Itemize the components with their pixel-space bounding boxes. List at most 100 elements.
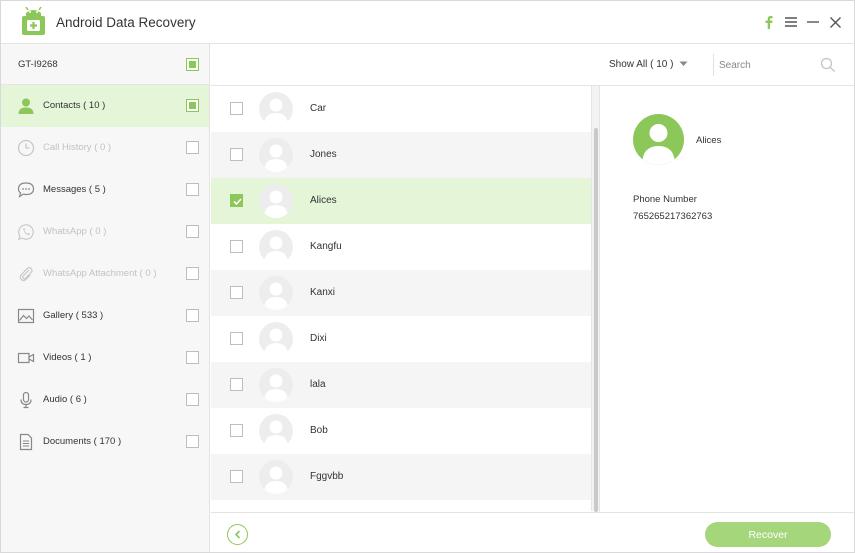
sidebar-item-label: WhatsApp ( 0 )	[43, 226, 107, 237]
call-history-checkbox[interactable]	[186, 141, 199, 154]
contact-checkbox[interactable]	[230, 332, 243, 345]
sidebar-item-messages[interactable]: Messages ( 5 )	[1, 169, 209, 211]
device-name: GT-I9268	[18, 59, 58, 70]
messages-checkbox[interactable]	[186, 183, 199, 196]
sidebar-item-label: Contacts ( 10 )	[43, 100, 106, 111]
gallery-checkbox[interactable]	[186, 309, 199, 322]
contact-name: Fggvbb	[310, 471, 344, 482]
contact-detail-panel: Alices Phone Number 765265217362763	[599, 86, 854, 512]
detail-name: Alices	[696, 135, 722, 146]
contact-row[interactable]: Car	[211, 86, 591, 132]
gallery-icon	[16, 306, 36, 326]
contact-name: lala	[310, 379, 326, 390]
contact-row[interactable]: Jones	[211, 132, 591, 178]
contact-avatar	[259, 276, 293, 310]
contact-row[interactable]: Kanxi	[211, 270, 591, 316]
window-controls	[762, 11, 842, 33]
toolbar: Show All ( 10 )	[211, 44, 854, 86]
contact-checkbox[interactable]	[230, 286, 243, 299]
call-history-icon	[16, 138, 36, 158]
contact-checkbox[interactable]	[230, 378, 243, 391]
documents-checkbox[interactable]	[186, 435, 199, 448]
sidebar: GT-I9268 Contacts ( 10 ) Call History ( …	[1, 44, 210, 552]
show-all-label: Show All ( 10 )	[609, 59, 674, 70]
audio-checkbox[interactable]	[186, 393, 199, 406]
contact-checkbox[interactable]	[230, 102, 243, 115]
sidebar-item-whatsapp-attachment[interactable]: WhatsApp Attachment ( 0 )	[1, 253, 209, 295]
sidebar-item-call-history[interactable]: Call History ( 0 )	[1, 127, 209, 169]
sidebar-item-label: Call History ( 0 )	[43, 142, 112, 153]
documents-icon	[16, 432, 36, 452]
messages-icon	[16, 180, 36, 200]
videos-checkbox[interactable]	[186, 351, 199, 364]
device-row[interactable]: GT-I9268	[1, 44, 209, 85]
minimize-icon[interactable]	[806, 11, 820, 33]
sidebar-item-label: Documents ( 170 )	[43, 436, 122, 447]
contact-name: Jones	[310, 149, 337, 160]
close-icon[interactable]	[828, 11, 842, 33]
contact-avatar	[259, 414, 293, 448]
contact-avatar	[259, 92, 293, 126]
contacts-icon	[16, 96, 36, 116]
contact-checkbox[interactable]	[230, 194, 243, 207]
show-all-dropdown[interactable]: Show All ( 10 )	[609, 59, 688, 70]
contact-row[interactable]: Kangfu	[211, 224, 591, 270]
whatsapp-checkbox[interactable]	[186, 225, 199, 238]
attachment-icon	[16, 264, 36, 284]
contacts-checkbox[interactable]	[186, 99, 199, 112]
search-input[interactable]	[719, 54, 815, 76]
back-button[interactable]	[227, 524, 248, 545]
title-bar: Android Data Recovery	[1, 1, 854, 44]
contact-name: Kangfu	[310, 241, 342, 252]
contact-row[interactable]: Alices	[211, 178, 591, 224]
contact-list: Car Jones Alices Kangfu Kanxi Dixi lala …	[211, 86, 591, 501]
device-checkbox[interactable]	[186, 58, 199, 71]
sidebar-item-label: Audio ( 6 )	[43, 394, 87, 405]
contact-row[interactable]: Fggvbb	[211, 454, 591, 500]
sidebar-item-documents[interactable]: Documents ( 170 )	[1, 421, 209, 463]
contact-checkbox[interactable]	[230, 240, 243, 253]
contact-name: Kanxi	[310, 287, 336, 298]
sidebar-item-label: WhatsApp Attachment ( 0 )	[43, 268, 157, 279]
sidebar-item-videos[interactable]: Videos ( 1 )	[1, 337, 209, 379]
contact-name: Alices	[310, 195, 337, 206]
contact-avatar	[259, 368, 293, 402]
toolbar-divider	[713, 54, 714, 76]
back-arrow-icon	[234, 530, 240, 539]
contact-avatar	[259, 322, 293, 356]
contact-avatar	[259, 230, 293, 264]
contact-avatar	[259, 138, 293, 172]
contact-name: Dixi	[310, 333, 327, 344]
sidebar-item-label: Videos ( 1 )	[43, 352, 92, 363]
contact-row[interactable]: lala	[211, 362, 591, 408]
sidebar-item-contacts[interactable]: Contacts ( 10 )	[1, 85, 209, 127]
facebook-icon[interactable]	[762, 11, 776, 33]
sidebar-item-gallery[interactable]: Gallery ( 533 )	[1, 295, 209, 337]
search-icon[interactable]	[820, 57, 836, 73]
recover-button[interactable]: Recover	[705, 522, 831, 547]
contact-avatar	[259, 184, 293, 218]
list-scrollbar[interactable]	[591, 86, 599, 512]
sidebar-item-whatsapp[interactable]: WhatsApp ( 0 )	[1, 211, 209, 253]
contact-row[interactable]: Dixi	[211, 316, 591, 362]
footer-bar: Recover	[211, 512, 854, 552]
scrollbar-thumb[interactable]	[594, 128, 598, 512]
contact-row[interactable]: Bob	[211, 408, 591, 454]
videos-icon	[16, 348, 36, 368]
chevron-down-icon	[679, 59, 688, 70]
contact-avatar	[259, 460, 293, 494]
sidebar-item-audio[interactable]: Audio ( 6 )	[1, 379, 209, 421]
menu-icon[interactable]	[784, 11, 798, 33]
whatsapp-attachment-checkbox[interactable]	[186, 267, 199, 280]
sidebar-item-label: Gallery ( 533 )	[43, 310, 104, 321]
contact-checkbox[interactable]	[230, 424, 243, 437]
android-recovery-logo	[22, 7, 45, 35]
contact-checkbox[interactable]	[230, 470, 243, 483]
app-title: Android Data Recovery	[56, 15, 196, 30]
phone-number-value: 765265217362763	[633, 211, 713, 222]
contact-checkbox[interactable]	[230, 148, 243, 161]
phone-number-label: Phone Number	[633, 194, 697, 205]
contact-name: Bob	[310, 425, 328, 436]
sidebar-item-label: Messages ( 5 )	[43, 184, 106, 195]
whatsapp-icon	[16, 222, 36, 242]
